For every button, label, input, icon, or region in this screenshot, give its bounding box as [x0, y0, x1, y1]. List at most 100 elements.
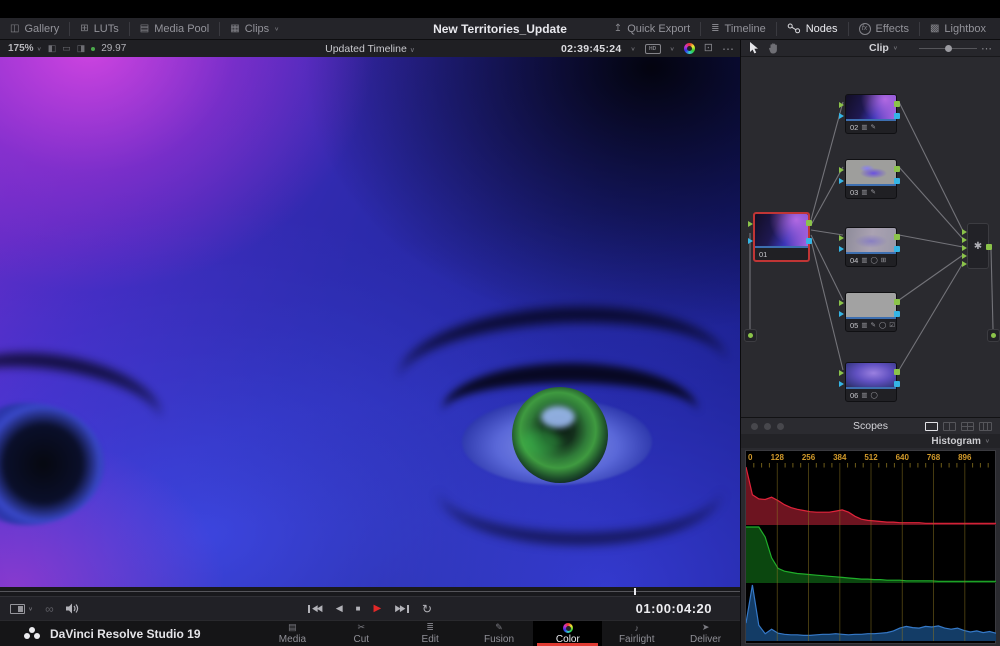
key-output-connector[interactable] [894, 113, 900, 119]
key-input-connector[interactable] [839, 178, 844, 184]
source-input-anchor[interactable] [744, 329, 757, 342]
gallery-button[interactable]: ◫ Gallery [0, 18, 69, 39]
media-pool-button[interactable]: ▤ Media Pool [130, 18, 220, 39]
svg-text:0: 0 [748, 453, 753, 462]
cursor-arrow-icon[interactable] [749, 42, 760, 54]
rgb-output-connector[interactable] [894, 166, 900, 172]
color-viewer-mode-icon[interactable] [684, 43, 695, 54]
chevron-down-icon: ∨ [410, 47, 415, 54]
mixer-input-connector[interactable] [962, 261, 967, 267]
timeline-output-anchor[interactable] [987, 329, 1000, 342]
corrector-node-03[interactable]: 03 ▥ ✎ [845, 159, 897, 199]
node-curve-icon: ✎ [871, 321, 876, 329]
chevron-down-icon: ∨ [893, 45, 898, 51]
corrector-node-01[interactable]: 01 [753, 212, 810, 262]
media-pool-icon: ▤ [140, 24, 149, 34]
mixer-output-connector[interactable] [986, 244, 992, 250]
rgb-input-connector[interactable] [839, 167, 844, 173]
rgb-output-connector[interactable] [806, 220, 812, 226]
output-dot [991, 333, 996, 338]
rgb-input-connector[interactable] [839, 370, 844, 376]
mixer-input-connector[interactable] [962, 253, 967, 259]
key-input-connector[interactable] [839, 113, 844, 119]
rgb-input-connector[interactable] [839, 235, 844, 241]
node-mode-dropdown[interactable]: Clip ∨ [869, 42, 898, 54]
scope-layout-quad-icon[interactable] [961, 422, 974, 431]
tab-cut[interactable]: ✂ Cut [327, 621, 396, 646]
rgb-input-connector[interactable] [839, 300, 844, 306]
mixer-input-connector[interactable] [962, 229, 967, 235]
nodes-label: Nodes [806, 23, 838, 35]
expand-viewer-icon[interactable]: ⊡ [704, 43, 713, 54]
key-output-connector[interactable] [894, 178, 900, 184]
layer-mixer-node[interactable]: ✱ [967, 223, 989, 269]
key-output-connector[interactable] [894, 311, 900, 317]
stop-button[interactable]: ■ [356, 605, 361, 613]
effects-panel-button[interactable]: fx Effects [849, 18, 919, 39]
single-viewer-icon[interactable]: ◧ [48, 43, 57, 54]
fusion-page-label: Fusion [484, 634, 514, 645]
chevron-down-icon: ∨ [670, 45, 675, 51]
fairlight-page-icon: ♪ [634, 623, 639, 633]
rgb-input-connector[interactable] [748, 221, 753, 227]
corrector-node-05[interactable]: 05 ▥ ✎ ◯ ☑ [845, 292, 897, 332]
rgb-output-connector[interactable] [894, 234, 900, 240]
window-title-strip [0, 0, 1000, 18]
nodes-panel-button[interactable]: Nodes [777, 18, 848, 39]
app-title: DaVinci Resolve Studio 19 [50, 627, 201, 641]
key-input-connector[interactable] [748, 238, 753, 244]
scope-mode-dropdown[interactable]: Histogram ∨ [741, 434, 1000, 448]
rgb-output-connector[interactable] [894, 101, 900, 107]
node-window-icon: ◯ [871, 256, 878, 264]
split-viewer-icon[interactable]: ▭ [62, 43, 71, 54]
play-button[interactable]: ▶ [374, 604, 382, 614]
scope-layout-two-icon[interactable] [943, 422, 956, 431]
scope-layout-single-icon[interactable] [925, 422, 938, 431]
step-back-button[interactable]: ◀ [336, 604, 343, 613]
corrector-node-04[interactable]: 04 ▥ ◯ ⊞ [845, 227, 897, 267]
tab-color[interactable]: Color [533, 621, 602, 646]
luts-button[interactable]: ⊞ LUTs [70, 18, 128, 39]
viewer-options-menu[interactable]: ⋯ [722, 43, 734, 55]
key-output-connector[interactable] [894, 246, 900, 252]
corrector-node-02[interactable]: 02 ▥ ✎ [845, 94, 897, 134]
go-to-start-button[interactable]: ◀◀ [308, 604, 323, 613]
scope-layout-columns-icon[interactable] [979, 422, 992, 431]
hand-pan-icon[interactable] [768, 42, 779, 54]
mixer-input-connector[interactable] [962, 237, 967, 243]
tab-fusion[interactable]: ✎ Fusion [465, 621, 534, 646]
camera-raw-icon[interactable]: HD [645, 44, 661, 54]
wipe-viewer-icon[interactable]: ◨ [77, 43, 86, 54]
key-input-connector[interactable] [839, 381, 844, 387]
timeline-panel-button[interactable]: ≣ Timeline [701, 18, 776, 39]
tab-deliver[interactable]: ➤ Deliver [671, 621, 740, 646]
key-input-connector[interactable] [839, 311, 844, 317]
node-zoom-slider[interactable] [919, 48, 977, 49]
tab-fairlight[interactable]: ♪ Fairlight [602, 621, 671, 646]
rgb-input-connector[interactable] [839, 102, 844, 108]
quick-export-button[interactable]: ↥ Quick Export [604, 18, 700, 39]
playhead-marker[interactable] [634, 588, 636, 595]
slider-thumb[interactable] [945, 45, 952, 52]
viewer-scrub-bar[interactable] [0, 587, 740, 596]
clips-button[interactable]: ▦ Clips ∨ [220, 18, 289, 39]
node-panel-options-menu[interactable]: ⋯ [981, 42, 992, 55]
zoom-level-dropdown[interactable]: 175% ∨ [8, 43, 42, 54]
node-graph[interactable]: 01 02 ▥ ✎ [741, 57, 1000, 417]
color-viewer[interactable] [0, 57, 740, 587]
node-curve-icon: ✎ [871, 123, 876, 131]
rgb-output-connector[interactable] [894, 299, 900, 305]
rgb-output-connector[interactable] [894, 369, 900, 375]
tab-edit[interactable]: ≣ Edit [396, 621, 465, 646]
key-output-connector[interactable] [894, 381, 900, 387]
chevron-down-icon: ∨ [37, 45, 42, 51]
tab-media[interactable]: ▤ Media [258, 621, 327, 646]
timecode-chevron-icon[interactable]: ∨ [631, 45, 636, 51]
lightbox-button[interactable]: ▩ Lightbox [920, 18, 996, 39]
corrector-node-06[interactable]: 06 ▥ ◯ [845, 362, 897, 402]
mixer-input-connector[interactable] [962, 245, 967, 251]
key-output-connector[interactable] [806, 238, 812, 244]
key-input-connector[interactable] [839, 246, 844, 252]
go-to-end-button[interactable]: ▶▶ [394, 604, 409, 613]
loop-button[interactable]: ↻ [422, 603, 432, 615]
